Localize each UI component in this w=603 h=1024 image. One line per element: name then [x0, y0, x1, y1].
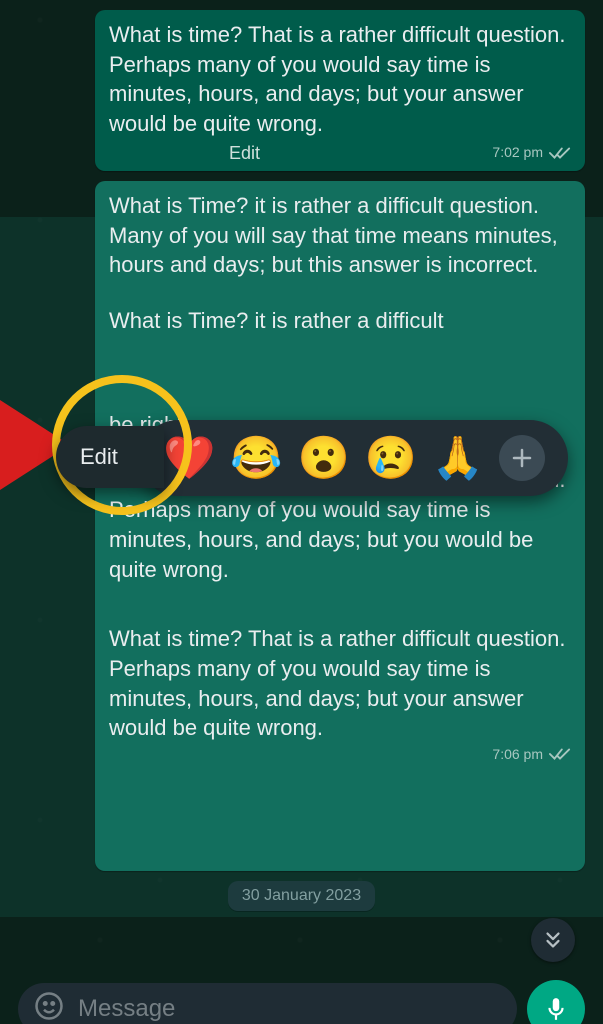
double-check-icon: [549, 747, 571, 761]
reaction-bar: ❤️ 😂 😮 😢 🙏: [140, 420, 568, 496]
message-time: 7:02 pm: [492, 143, 543, 162]
message-bubble-1[interactable]: What is time? That is a rather difficult…: [95, 10, 585, 171]
scroll-to-bottom-button[interactable]: [531, 918, 575, 962]
message-input[interactable]: Message: [18, 983, 517, 1024]
emoji-icon[interactable]: [34, 991, 64, 1024]
message-meta: Edit 7:02 pm: [109, 141, 571, 165]
reaction-wow-icon[interactable]: 😮: [297, 434, 349, 483]
message-bubble-2[interactable]: What is Time? it is rather a difficult q…: [95, 181, 585, 871]
date-separator: 30 January 2023: [228, 881, 375, 911]
reaction-pray-icon[interactable]: 🙏: [432, 434, 484, 483]
edited-label: Edit: [229, 141, 260, 165]
edit-button[interactable]: Edit: [56, 426, 164, 488]
chat-screen: What is time? That is a rather difficult…: [0, 0, 603, 1024]
message-placeholder: Message: [78, 995, 175, 1023]
message-time: 7:06 pm: [492, 745, 543, 764]
mic-button[interactable]: [527, 980, 585, 1024]
double-check-icon: [549, 146, 571, 160]
reaction-heart-icon[interactable]: ❤️: [163, 434, 215, 483]
reaction-sad-icon[interactable]: 😢: [365, 434, 417, 483]
message-meta: 7:06 pm: [109, 745, 571, 764]
message-text: What is time? That is a rather difficult…: [109, 20, 571, 139]
message-text: What is time? That is a rather difficult…: [109, 624, 571, 743]
message-input-bar: Message: [18, 980, 585, 1024]
reaction-plus-icon[interactable]: [499, 435, 545, 481]
message-text: What is Time? it is rather a difficult q…: [109, 191, 571, 280]
reaction-laugh-icon[interactable]: 😂: [230, 434, 282, 483]
message-text: What is Time? it is rather a difficult: [109, 306, 571, 336]
